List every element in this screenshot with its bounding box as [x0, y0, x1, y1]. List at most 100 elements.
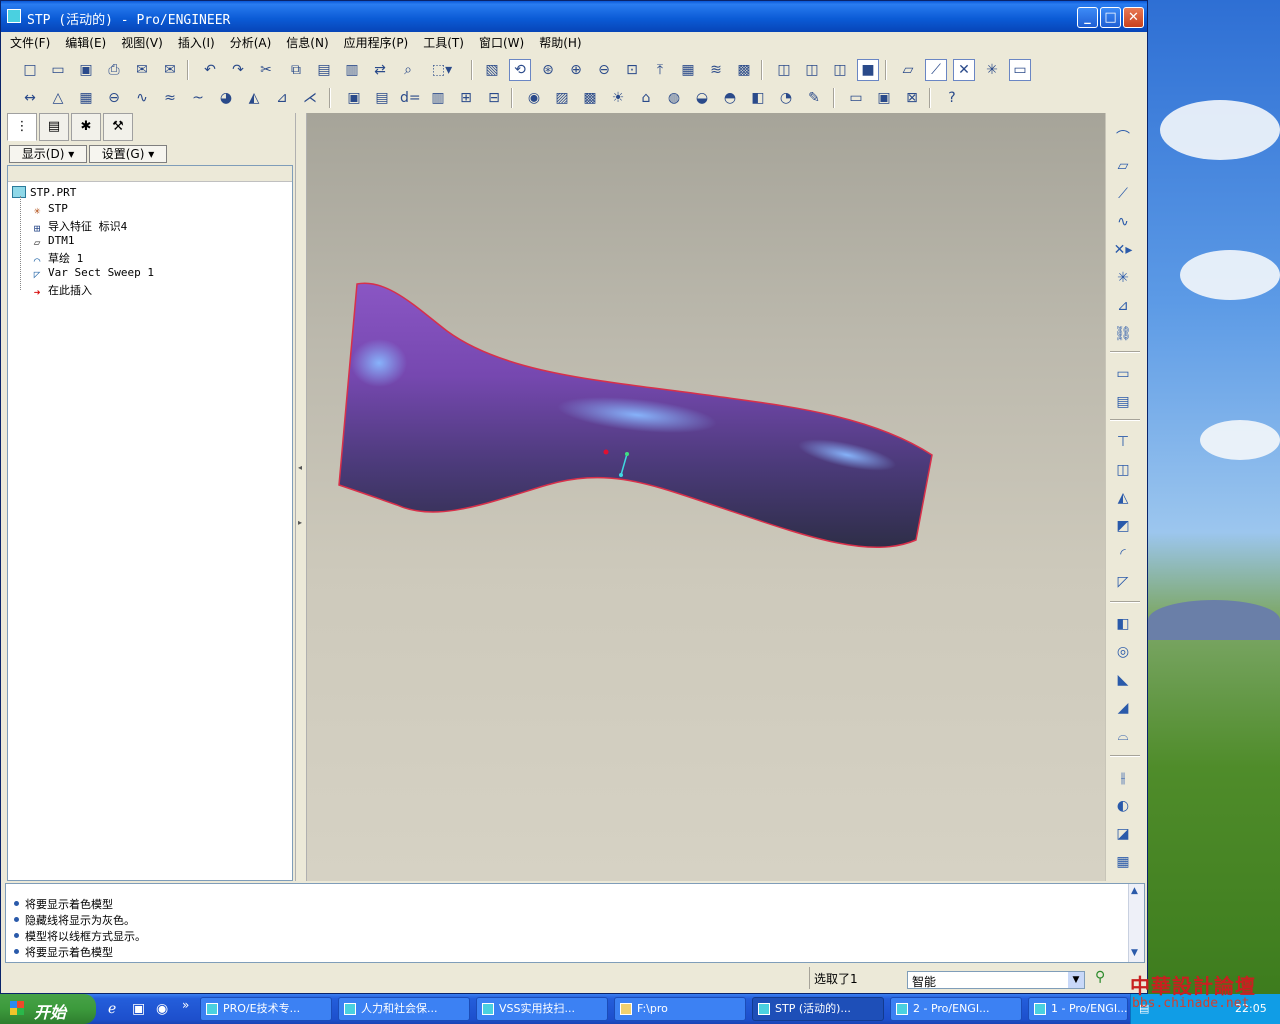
measure-distance-icon[interactable]: ↔	[19, 87, 41, 109]
pattern-icon[interactable]: ▦	[1111, 851, 1135, 873]
email-link-icon[interactable]: ✉	[159, 59, 181, 81]
perspective-icon[interactable]: ◔	[775, 87, 797, 109]
tree-item[interactable]: ▱ DTM1	[30, 234, 75, 250]
context-help-icon[interactable]: ?	[941, 87, 963, 109]
render-setup-icon[interactable]: ◍	[663, 87, 685, 109]
task-item[interactable]: VSS实用技扫...	[476, 997, 608, 1021]
task-item[interactable]: F:\pro	[614, 997, 746, 1021]
collapse-left-icon[interactable]: ◂	[298, 463, 302, 472]
menu-file[interactable]: 文件(F)	[1, 32, 56, 51]
relations-icon[interactable]: d=	[399, 87, 421, 109]
rib-icon[interactable]: ◭	[1111, 487, 1135, 509]
model-canvas[interactable]	[307, 113, 1105, 881]
tab-favorites[interactable]: ✱	[71, 113, 101, 141]
paste-special-icon[interactable]: ▥	[341, 59, 363, 81]
hole-icon[interactable]: ⊤	[1111, 431, 1135, 453]
menu-analysis[interactable]: 分析(A)	[221, 32, 278, 51]
task-item[interactable]: PRO/E技术专...	[200, 997, 332, 1021]
panel-splitter[interactable]: ◂ ▸	[295, 113, 307, 881]
menu-window[interactable]: 窗口(W)	[470, 32, 530, 51]
family-table-icon[interactable]: ⊞	[455, 87, 477, 109]
sketch-endpoint[interactable]	[625, 452, 629, 456]
analysis-feature-icon[interactable]: ⊿	[1111, 295, 1135, 317]
draft-check-icon[interactable]: ◭	[243, 87, 265, 109]
curvature-icon[interactable]: ∿	[131, 87, 153, 109]
task-item-active[interactable]: STP (活动的)...	[752, 997, 884, 1021]
datum-point[interactable]	[603, 449, 609, 455]
repaint-icon[interactable]: ▧	[481, 59, 503, 81]
wireframe-icon[interactable]: ◫	[773, 59, 795, 81]
new-file-icon[interactable]: □	[19, 59, 41, 81]
annotation-display-icon[interactable]: ▭	[1009, 59, 1031, 81]
ie-quicklaunch-icon[interactable]: ℯ	[108, 1001, 116, 1017]
scene-icon[interactable]: ▨	[551, 87, 573, 109]
titlebar[interactable]: STP (活动的) - Pro/ENGINEER _ □ ✕	[1, 1, 1147, 33]
selection-box-icon[interactable]: ⬚▾	[425, 59, 459, 81]
traffic-light-icon[interactable]: ⚲	[1095, 969, 1105, 985]
menu-edit[interactable]: 编辑(E)	[56, 32, 112, 51]
tree-item[interactable]: ✳ STP	[30, 202, 68, 218]
appearance-icon[interactable]: ◉	[523, 87, 545, 109]
saved-views-icon[interactable]: ▦	[677, 59, 699, 81]
menu-applications[interactable]: 应用程序(P)	[335, 32, 415, 51]
filter-select[interactable]: 智能 ▼	[907, 971, 1085, 989]
tab-folder-browser[interactable]: ▤	[39, 113, 69, 141]
hidden-line-icon[interactable]: ◫	[801, 59, 823, 81]
merge-icon[interactable]: ◐	[1111, 795, 1135, 817]
spin-center-icon[interactable]: ⟲	[509, 59, 531, 81]
shell-icon[interactable]: ◫	[1111, 459, 1135, 481]
menu-help[interactable]: 帮助(H)	[530, 32, 587, 51]
chevron-down-icon[interactable]: ▼	[1068, 972, 1084, 988]
minimize-button[interactable]: _	[1077, 7, 1098, 28]
regenerate-icon[interactable]: ⇄	[369, 59, 391, 81]
tree-item[interactable]: ⊞ 导入特征 标识4	[30, 218, 128, 235]
task-item[interactable]: 2 - Pro/ENGI...	[890, 997, 1022, 1021]
orient-mode-icon[interactable]: ⊛	[537, 59, 559, 81]
close-button[interactable]: ✕	[1123, 7, 1144, 28]
menu-info[interactable]: 信息(N)	[277, 32, 334, 51]
save-icon[interactable]: ▣	[75, 59, 97, 81]
sweep-tool-icon[interactable]: ◣	[1111, 669, 1135, 691]
blend-icon[interactable]: ◢	[1111, 697, 1135, 719]
zoom-out-icon[interactable]: ⊖	[593, 59, 615, 81]
zoom-in-icon[interactable]: ⊕	[565, 59, 587, 81]
open-folder-icon[interactable]: ▭	[47, 59, 69, 81]
send-mail-icon[interactable]: ✉	[131, 59, 153, 81]
regen-manager-icon[interactable]: ▤	[371, 87, 393, 109]
tab-connections[interactable]: ⚒	[103, 113, 133, 141]
paste-icon[interactable]: ▤	[313, 59, 335, 81]
model-player-icon[interactable]: ▣	[343, 87, 365, 109]
extrude-icon[interactable]: ◧	[1111, 613, 1135, 635]
render-region-icon[interactable]: ◓	[719, 87, 741, 109]
close-window-icon[interactable]: ⊠	[901, 87, 923, 109]
no-hidden-icon[interactable]: ◫	[829, 59, 851, 81]
measure-area-icon[interactable]: △	[47, 87, 69, 109]
boundary-icon[interactable]: ⌓	[1111, 725, 1135, 747]
task-item[interactable]: 人力和社会保...	[338, 997, 470, 1021]
scroll-up-icon[interactable]: ▲	[1131, 886, 1138, 896]
maximize-button[interactable]: □	[1100, 7, 1121, 28]
note-group-icon[interactable]: ▤	[1111, 391, 1135, 413]
deviation-icon[interactable]: ~	[187, 87, 209, 109]
sketched-curve-icon[interactable]: ⌒	[1111, 127, 1135, 149]
tree-item[interactable]: ◸ Var Sect Sweep 1	[30, 266, 154, 282]
light-icon[interactable]: ☀	[607, 87, 629, 109]
draft-icon[interactable]: ◩	[1111, 515, 1135, 537]
mirror-icon[interactable]: ⫲	[1111, 767, 1135, 789]
udf-icon[interactable]: ⊟	[483, 87, 505, 109]
expand-right-icon[interactable]: ▸	[298, 518, 302, 527]
shaded-curvature-icon[interactable]: ◕	[215, 87, 237, 109]
datum-axis-tool-icon[interactable]: ⟋	[1111, 183, 1135, 205]
tree-item-root[interactable]: STP.PRT	[12, 186, 76, 202]
more-chevron-icon[interactable]: »	[182, 998, 189, 1012]
chamfer-icon[interactable]: ◸	[1111, 571, 1135, 593]
datum-plane-tool-icon[interactable]: ▱	[1111, 155, 1135, 177]
scroll-down-icon[interactable]: ▼	[1131, 948, 1138, 958]
tree-item[interactable]: ➜ 在此插入	[30, 282, 92, 299]
graphics-viewport[interactable]	[307, 113, 1105, 881]
menu-tools[interactable]: 工具(T)	[414, 32, 470, 51]
tree-item[interactable]: ⌒ 草绘 1	[30, 250, 84, 267]
new-window-icon[interactable]: ▭	[845, 87, 867, 109]
settings-dropdown[interactable]: 设置(G) ▾	[89, 145, 167, 163]
undo-icon[interactable]: ↶	[199, 59, 221, 81]
